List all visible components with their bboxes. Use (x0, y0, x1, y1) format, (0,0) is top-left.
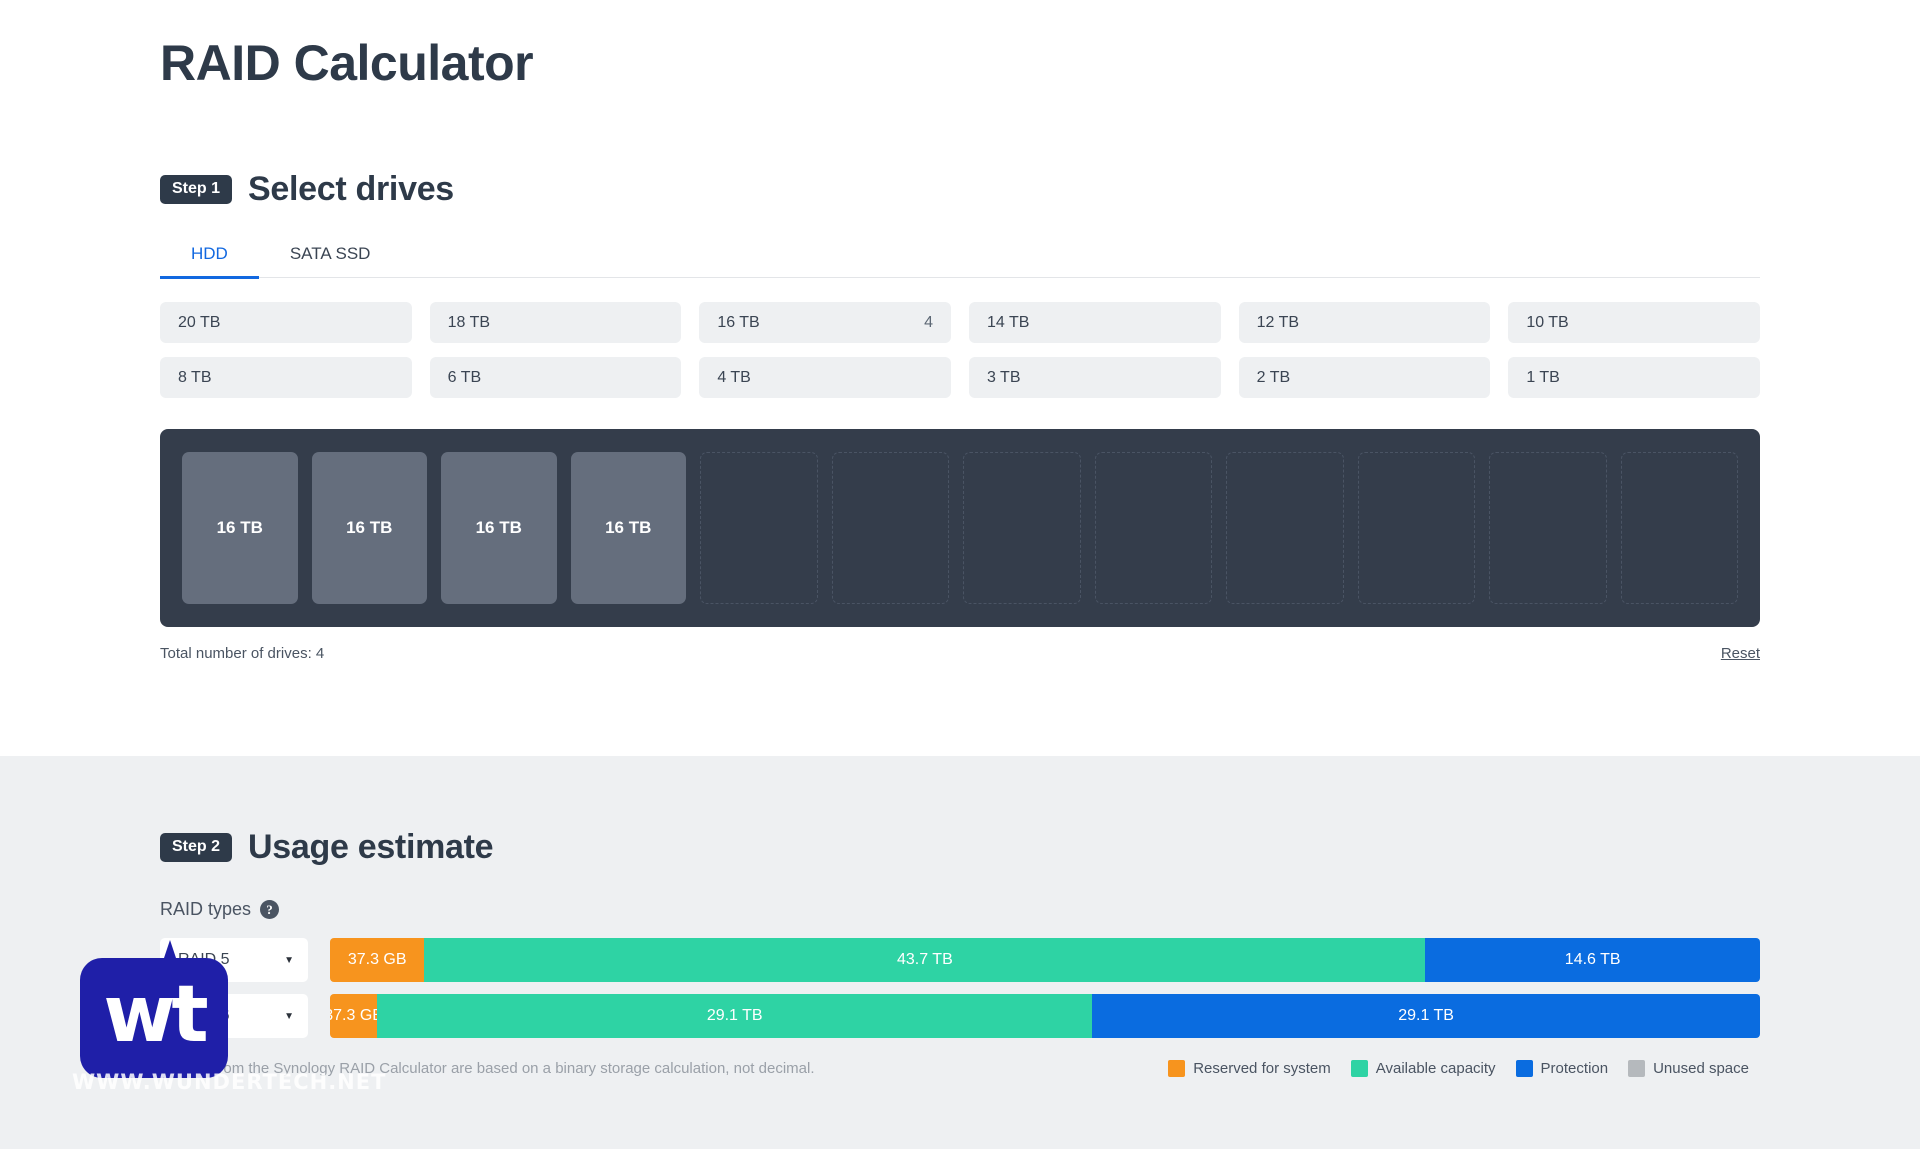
raid-type-select-1[interactable]: RAID 5 ▼ (160, 938, 308, 982)
bar-segment-available: 29.1 TB (377, 994, 1093, 1038)
tab-hdd[interactable]: HDD (160, 236, 259, 279)
drive-type-tabs: HDD SATA SSD (160, 236, 1760, 279)
capacity-label: 2 TB (1256, 368, 1291, 386)
capacity-button-18tb[interactable]: 18 TB (429, 302, 682, 343)
raid-types-row: RAID types ? (160, 899, 1760, 920)
drive-slot-empty[interactable] (1489, 452, 1607, 604)
tab-sata-ssd[interactable]: SATA SSD (259, 236, 402, 277)
bar-segment-protection: 14.6 TB (1425, 938, 1760, 982)
step2-title: Usage estimate (248, 828, 494, 866)
raid-calculator-page: RAID Calculator Step 1 Select drives HDD… (0, 0, 1920, 1149)
step2-badge: Step 2 (160, 833, 233, 862)
capacity-label: 18 TB (447, 313, 491, 331)
drive-slot-empty[interactable] (700, 452, 818, 604)
capacity-button-6tb[interactable]: 6 TB (429, 357, 682, 398)
bar-segment-reserved: 37.3 GB (330, 994, 378, 1038)
drive-slot[interactable]: 16 TB (441, 452, 557, 604)
legend-item-protection: Protection (1515, 1060, 1609, 1077)
drive-slot[interactable]: 16 TB (570, 452, 686, 604)
bar-segment-reserved: 37.3 GB (330, 938, 425, 982)
drive-slot-empty[interactable] (1226, 452, 1344, 604)
raid-type-value: RAID 6 (178, 1007, 230, 1024)
select-drives-section: RAID Calculator Step 1 Select drives HDD… (0, 0, 1920, 756)
capacity-label: 3 TB (987, 368, 1021, 386)
legend-item-reserved: Reserved for system (1168, 1060, 1331, 1077)
capacity-button-20tb[interactable]: 20 TB (160, 302, 412, 343)
capacity-label: 4 TB (717, 368, 751, 386)
legend-swatch (1350, 1060, 1368, 1077)
legend-label: Unused space (1653, 1060, 1749, 1077)
drive-slot[interactable]: 16 TB (182, 452, 298, 604)
capacity-button-16tb[interactable]: 16 TB 4 (699, 302, 951, 343)
reset-button[interactable]: Reset (1721, 645, 1760, 662)
raid-type-value: RAID 5 (178, 951, 230, 968)
capacity-button-1tb[interactable]: 1 TB (1508, 357, 1760, 398)
raid-type-select-2[interactable]: RAID 6 ▼ (160, 994, 308, 1038)
help-icon[interactable]: ? (260, 900, 280, 919)
capacity-button-10tb[interactable]: 10 TB (1508, 302, 1760, 343)
capacity-button-14tb[interactable]: 14 TB (969, 302, 1221, 343)
capacity-label: 12 TB (1256, 313, 1300, 331)
raid-capacity-bar: 37.3 GB 29.1 TB 29.1 TB (330, 994, 1760, 1038)
total-drives-label: Total number of drives: 4 (160, 645, 325, 662)
legend-swatch (1515, 1060, 1533, 1077)
step2-header: Step 2 Usage estimate (160, 756, 1760, 867)
chevron-down-icon: ▼ (284, 1010, 294, 1022)
step1-badge: Step 1 (160, 175, 233, 204)
raid-row: RAID 6 ▼ 37.3 GB 29.1 TB 29.1 TB (160, 994, 1760, 1038)
bar-segment-protection: 29.1 TB (1092, 994, 1760, 1038)
drive-slot-empty[interactable] (963, 452, 1081, 604)
bay-footer: Total number of drives: 4 Reset (160, 645, 1760, 662)
bar-segment-available: 43.7 TB (424, 938, 1426, 982)
drive-slot-empty[interactable] (1094, 452, 1212, 604)
drive-slot-empty[interactable] (1357, 452, 1475, 604)
capacity-button-8tb[interactable]: 8 TB (160, 357, 412, 398)
legend-label: Reserved for system (1193, 1060, 1331, 1077)
capacity-label: 14 TB (987, 313, 1030, 331)
chevron-down-icon: ▼ (284, 954, 294, 966)
usage-footer: Results from the Synology RAID Calculato… (160, 1060, 1760, 1077)
legend-swatch (1168, 1060, 1186, 1077)
raid-capacity-bar: 37.3 GB 43.7 TB 14.6 TB (330, 938, 1760, 982)
legend-item-available: Available capacity (1350, 1060, 1496, 1077)
step1-header: Step 1 Select drives (160, 170, 1760, 209)
legend-label: Available capacity (1375, 1060, 1496, 1077)
capacity-label: 10 TB (1526, 313, 1569, 331)
legend-item-unused: Unused space (1628, 1060, 1749, 1077)
drive-slot-empty[interactable] (831, 452, 949, 604)
capacity-label: 20 TB (178, 313, 221, 331)
capacity-button-12tb[interactable]: 12 TB (1238, 302, 1491, 343)
drive-bay: 16 TB 16 TB 16 TB 16 TB (160, 429, 1760, 627)
capacity-count: 4 (924, 313, 933, 331)
capacity-label: 16 TB (717, 313, 760, 331)
capacity-label: 1 TB (1526, 368, 1560, 386)
capacity-label: 6 TB (447, 368, 482, 386)
capacity-button-2tb[interactable]: 2 TB (1238, 357, 1491, 398)
usage-estimate-section: Step 2 Usage estimate RAID types ? RAID … (0, 756, 1920, 1149)
step1-title: Select drives (248, 170, 454, 208)
drive-slot-empty[interactable] (1620, 452, 1738, 604)
capacity-button-3tb[interactable]: 3 TB (969, 357, 1221, 398)
drive-slot[interactable]: 16 TB (311, 452, 427, 604)
legend-swatch (1628, 1060, 1646, 1077)
raid-rows: RAID 5 ▼ 37.3 GB 43.7 TB 14.6 TB RAID 6 … (160, 938, 1760, 1038)
capacity-grid: 20 TB 18 TB 16 TB 4 14 TB 12 TB 10 TB 8 … (160, 302, 1760, 398)
page-title: RAID Calculator (160, 35, 534, 91)
capacity-label: 8 TB (178, 368, 212, 386)
raid-types-label: RAID types (160, 899, 252, 919)
raid-row: RAID 5 ▼ 37.3 GB 43.7 TB 14.6 TB (160, 938, 1760, 982)
legend-label: Protection (1540, 1060, 1609, 1077)
footnote: Results from the Synology RAID Calculato… (160, 1060, 815, 1077)
capacity-button-4tb[interactable]: 4 TB (699, 357, 951, 398)
legend: Reserved for system Available capacity P… (1168, 1060, 1760, 1077)
